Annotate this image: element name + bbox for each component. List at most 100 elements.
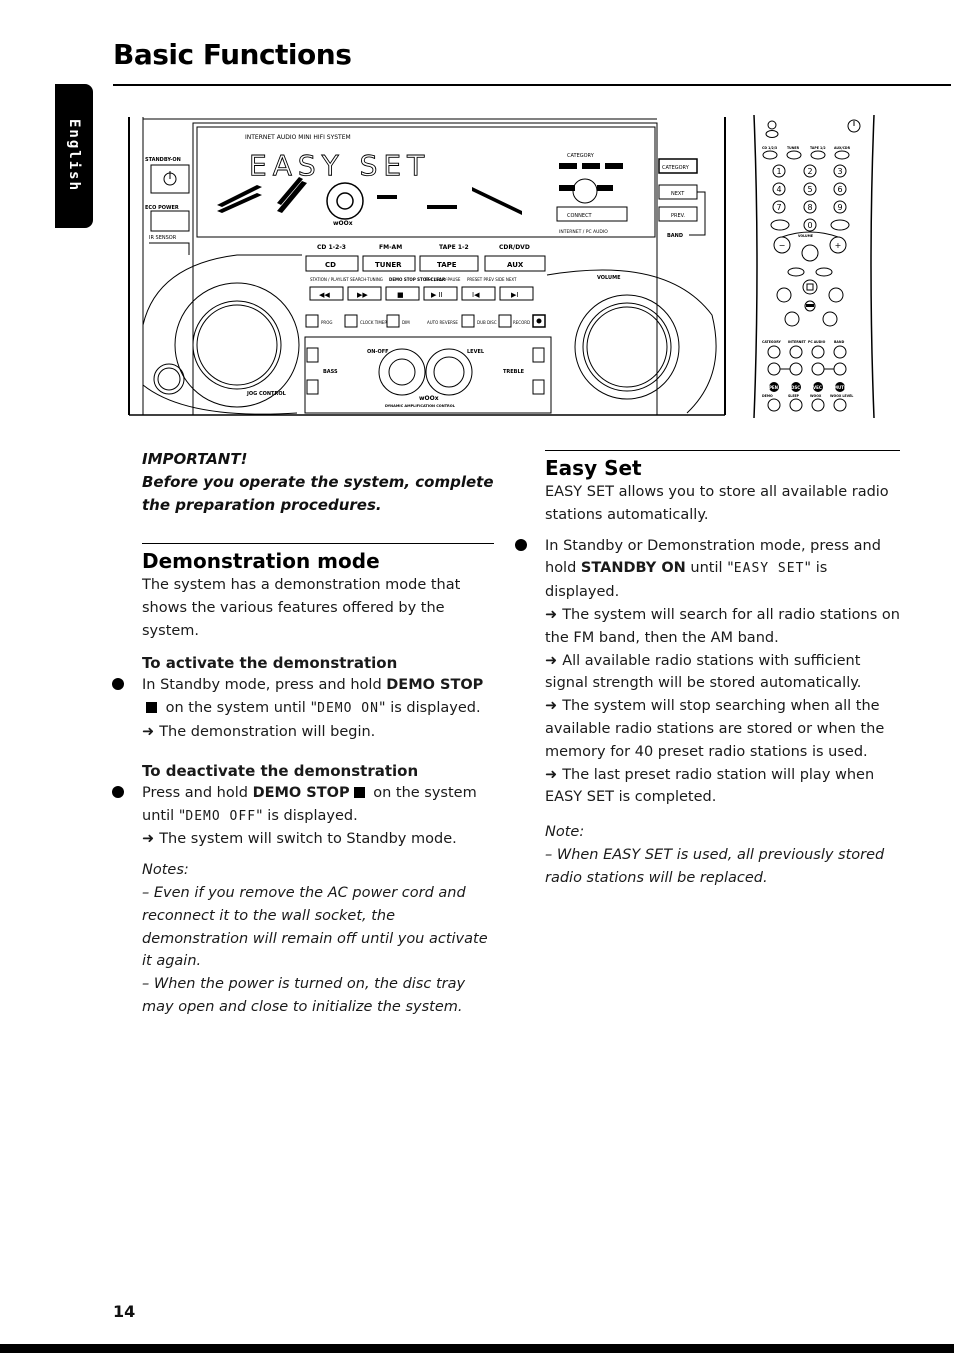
language-tab: English bbox=[55, 84, 93, 228]
stop-button[interactable]: ■ bbox=[397, 291, 404, 299]
remote-tuner-label: TUNER bbox=[787, 146, 800, 150]
result-text: The last preset radio station will play … bbox=[545, 766, 875, 806]
on-off-label: ON-OFF bbox=[367, 349, 389, 355]
prev-track-button[interactable]: I◀ bbox=[472, 291, 480, 299]
easy-set-result: ➜ The system will search for all radio s… bbox=[545, 604, 900, 650]
remote-pcaudio-label: PC AUDIO bbox=[808, 340, 826, 344]
remote-key-7[interactable]: 7 bbox=[776, 203, 781, 212]
remote-vec-label: VEC bbox=[813, 385, 822, 390]
mode-text: In Standby or Demonstration mode bbox=[545, 537, 801, 554]
source-caption-cdr: CDR/DVD bbox=[499, 244, 530, 251]
deactivate-title: To deactivate the demonstration bbox=[142, 761, 419, 780]
arrow-icon: ➜ bbox=[142, 831, 160, 848]
important-text: Before you operate the system, complete … bbox=[142, 473, 494, 514]
left-column: IMPORTANT! Before you operate the system… bbox=[112, 448, 494, 1019]
activate-step: In Standby mode, press and hold DEMO STO… bbox=[112, 674, 494, 721]
cd-button[interactable]: CD bbox=[325, 261, 336, 269]
level-label: LEVEL bbox=[467, 349, 485, 355]
activate-title: To activate the demonstration bbox=[142, 654, 398, 673]
auto-reverse-label: AUTO REVERSE bbox=[427, 320, 458, 325]
remote-key-6[interactable]: 6 bbox=[837, 185, 842, 194]
tape-button[interactable]: TAPE bbox=[437, 261, 457, 269]
remote-key-3[interactable]: 3 bbox=[837, 167, 842, 176]
jog-control-label: JOG CONTROL bbox=[246, 391, 287, 397]
remote-key-5[interactable]: 5 bbox=[807, 185, 812, 194]
woox-display-label: wOOx bbox=[333, 220, 353, 227]
page-number: 14 bbox=[113, 1302, 136, 1321]
remote-key-0[interactable]: 0 bbox=[807, 221, 812, 230]
remote-pen-label: PEN bbox=[769, 385, 778, 390]
remote-volume-down[interactable]: − bbox=[779, 241, 786, 250]
preset-caption: PRESET PREV SIDE NEXT bbox=[467, 277, 517, 282]
next-button[interactable]: NEXT bbox=[671, 191, 685, 197]
section-divider bbox=[545, 450, 900, 451]
prev-button[interactable]: PREV. bbox=[671, 213, 685, 219]
note-item: – When EASY SET is used, all previously … bbox=[545, 846, 885, 886]
important-label: IMPORTANT! bbox=[142, 450, 248, 468]
remote-key-9[interactable]: 9 bbox=[837, 203, 842, 212]
step-text: " is displayed. bbox=[256, 807, 358, 824]
arrow-icon: ➜ bbox=[545, 606, 563, 623]
result-text: All available radio stations with suffic… bbox=[545, 652, 862, 692]
activate-result: ➜ The demonstration will begin. bbox=[142, 721, 494, 744]
volume-label: VOLUME bbox=[597, 275, 621, 281]
remote-key-2[interactable]: 2 bbox=[807, 167, 812, 176]
standby-on-key: STANDBY ON bbox=[580, 560, 686, 577]
fast-forward-button[interactable]: ▶▶ bbox=[357, 291, 368, 299]
standby-on-label: STANDBY-ON bbox=[145, 157, 181, 163]
internet-pc-audio-label: INTERNET / PC AUDIO bbox=[559, 229, 608, 235]
treble-label: TREBLE bbox=[503, 369, 525, 375]
tuner-button[interactable]: TUNER bbox=[375, 261, 402, 269]
demo-section-title: Demonstration mode bbox=[142, 549, 380, 573]
remote-key-4[interactable]: 4 bbox=[776, 185, 781, 194]
search-caption: STATION / PLAYLIST SEARCH-TUNING bbox=[310, 277, 383, 282]
note-item: – When the power is turned on, the disc … bbox=[142, 976, 466, 1015]
source-caption-tape: TAPE 1-2 bbox=[439, 244, 469, 251]
remote-tape-label: TAPE 1/2 bbox=[810, 146, 826, 150]
play-pause-button[interactable]: ▶ II bbox=[431, 291, 443, 299]
remote-mute-label: MUTE bbox=[834, 385, 847, 390]
arrow-icon: ➜ bbox=[545, 652, 563, 669]
easy-set-title: Easy Set bbox=[545, 456, 642, 480]
dim-label: DIM bbox=[402, 320, 410, 325]
deactivate-step: Press and hold DEMO STOP on the system u… bbox=[112, 782, 494, 829]
bass-label: BASS bbox=[323, 369, 338, 375]
remote-dsc-label: DSC bbox=[791, 385, 800, 390]
easy-set-result: ➜ The system will stop searching when al… bbox=[545, 695, 900, 763]
eco-power-label: ECO POWER bbox=[145, 205, 179, 211]
easy-set-result: ➜ The last preset radio station will pla… bbox=[545, 764, 900, 810]
stop-square-icon bbox=[353, 786, 365, 798]
category-button[interactable]: CATEGORY bbox=[662, 165, 690, 171]
bottom-bar bbox=[0, 1344, 954, 1353]
remote-key-1[interactable]: 1 bbox=[776, 167, 781, 176]
ir-sensor-label: IR SENSOR bbox=[149, 235, 177, 241]
title-rule bbox=[113, 84, 951, 86]
right-column: Easy Set EASY SET allows you to store al… bbox=[515, 448, 900, 890]
remote-volume-up[interactable]: + bbox=[835, 241, 842, 250]
dynamic-amp-label: DYNAMIC AMPLIFICATION CONTROL bbox=[385, 404, 456, 408]
remote-internet-label: INTERNET bbox=[788, 340, 807, 344]
demo-stop-key: DEMO STOP bbox=[386, 677, 484, 694]
clock-timer-label: CLOCK TIMER bbox=[360, 320, 387, 325]
source-caption-fmam: FM-AM bbox=[379, 244, 402, 251]
remote-sleep-label: SLEEP bbox=[788, 394, 800, 398]
arrow-icon: ➜ bbox=[545, 698, 563, 715]
remote-key-8[interactable]: 8 bbox=[807, 203, 812, 212]
category-label: CATEGORY bbox=[567, 153, 595, 159]
remote-band-label: BAND bbox=[834, 340, 845, 344]
aux-button[interactable]: AUX bbox=[507, 261, 524, 269]
next-track-button[interactable]: ▶I bbox=[511, 291, 518, 299]
hifi-system-illustration: INTERNET AUDIO MINI HIFI SYSTEM EASY SET… bbox=[128, 117, 726, 416]
connect-label: CONNECT bbox=[567, 213, 593, 219]
stop-square-icon bbox=[146, 702, 157, 714]
remote-wooxlevel-label: WOOX LEVEL bbox=[830, 394, 853, 398]
step-text: on the system until " bbox=[161, 700, 318, 717]
remote-control-illustration: CD 1/2/3 TUNER TAPE 1/2 AUX/CDR VOLUME C… bbox=[753, 115, 875, 418]
lcd-text: EASY SET bbox=[733, 561, 805, 577]
arrow-icon: ➜ bbox=[545, 766, 563, 783]
remote-category-label: CATEGORY bbox=[762, 340, 782, 344]
rewind-button[interactable]: ◀◀ bbox=[319, 291, 330, 299]
step-text: Press and hold bbox=[142, 784, 253, 801]
page-title: Basic Functions bbox=[113, 38, 352, 71]
remote-woox-label: WOOX bbox=[810, 394, 822, 398]
